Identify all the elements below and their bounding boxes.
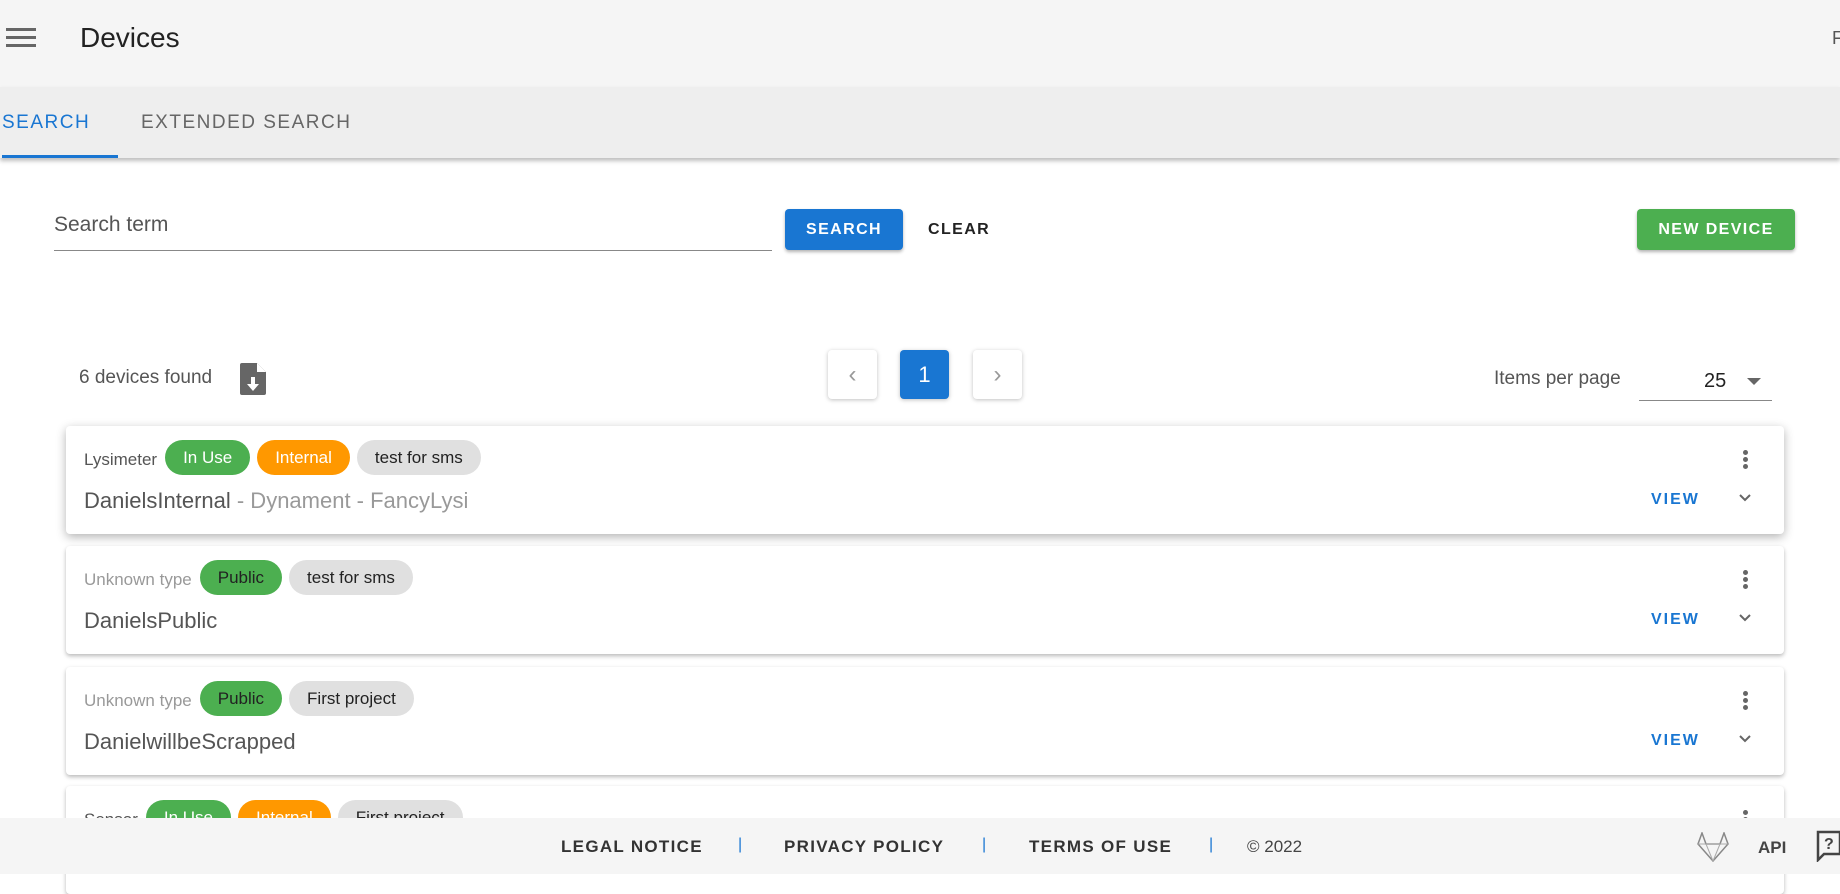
page-1-button[interactable]: 1 bbox=[900, 350, 949, 399]
page-title: Devices bbox=[80, 22, 180, 53]
copyright: © 2022 bbox=[1247, 837, 1303, 856]
device-type: Lysimeter bbox=[84, 449, 158, 469]
chevron-down-icon[interactable] bbox=[1737, 731, 1753, 747]
device-chip: Public bbox=[199, 681, 283, 716]
view-button[interactable]: VIEW bbox=[1651, 491, 1700, 509]
device-chip: Public bbox=[199, 560, 283, 595]
dropdown-arrow-icon bbox=[1747, 378, 1761, 385]
footer-separator: | bbox=[1209, 836, 1214, 853]
more-options-icon[interactable] bbox=[1738, 570, 1752, 592]
api-link[interactable]: API bbox=[1758, 838, 1786, 858]
footer-separator: | bbox=[982, 836, 987, 853]
items-per-page-label: Items per page bbox=[1494, 368, 1621, 389]
tab-bar: SEARCH EXTENDED SEARCH bbox=[0, 87, 1840, 158]
more-options-icon[interactable] bbox=[1738, 450, 1752, 472]
clear-button[interactable]: CLEAR bbox=[928, 209, 990, 250]
footer: LEGAL NOTICE | PRIVACY POLICY | TERMS OF… bbox=[0, 818, 1840, 874]
device-type: Unknown type bbox=[84, 569, 192, 589]
device-meta: Unknown type Public First project bbox=[84, 681, 414, 716]
file-download-icon[interactable] bbox=[240, 363, 266, 395]
device-type: Unknown type bbox=[84, 690, 192, 710]
items-per-page-select[interactable]: 25 bbox=[1639, 362, 1772, 401]
footer-separator: | bbox=[738, 836, 743, 853]
help-icon[interactable]: ? bbox=[1816, 830, 1840, 862]
device-chip: First project bbox=[289, 681, 414, 716]
results-count: 6 devices found bbox=[79, 367, 213, 388]
tab-extended-search[interactable]: EXTENDED SEARCH bbox=[141, 87, 351, 158]
device-name: DanielsPublic bbox=[84, 608, 217, 634]
device-name: DanielwillbeScrapped bbox=[84, 729, 296, 755]
device-meta: Unknown type Public test for sms bbox=[84, 560, 413, 595]
view-button[interactable]: VIEW bbox=[1651, 611, 1700, 629]
terms-of-use-link[interactable]: TERMS OF USE bbox=[1029, 837, 1172, 857]
app-header: Devices F bbox=[0, 0, 1840, 87]
device-card[interactable]: Unknown type Public First project Danielwi… bbox=[66, 667, 1784, 775]
items-per-page-value: 25 bbox=[1704, 370, 1727, 392]
search-input[interactable]: Search term bbox=[54, 207, 772, 251]
device-short-name: DanielsPublic bbox=[84, 608, 218, 633]
device-card[interactable]: Lysimeter In Use Internal test for sms Dani… bbox=[66, 426, 1784, 534]
next-page-button[interactable]: › bbox=[973, 350, 1022, 399]
svg-text:?: ? bbox=[1824, 836, 1834, 853]
legal-notice-link[interactable]: LEGAL NOTICE bbox=[561, 837, 703, 857]
device-chip: test for sms bbox=[289, 560, 413, 595]
device-name: DanielsInternal - Dynament - FancyLysi bbox=[84, 488, 468, 514]
device-short-name: DanielwillbeScrapped bbox=[84, 729, 296, 754]
tab-search[interactable]: SEARCH bbox=[2, 87, 118, 158]
device-chip: Internal bbox=[257, 440, 350, 475]
device-manufacturer-model: - Dynament - FancyLysi bbox=[230, 488, 469, 513]
privacy-policy-link[interactable]: PRIVACY POLICY bbox=[784, 837, 944, 857]
device-card[interactable]: Unknown type Public test for sms DanielsPu… bbox=[66, 546, 1784, 654]
more-options-icon[interactable] bbox=[1738, 691, 1752, 713]
header-user-text[interactable]: F bbox=[1832, 28, 1840, 49]
device-chip: test for sms bbox=[356, 440, 481, 475]
chevron-down-icon[interactable] bbox=[1737, 490, 1753, 506]
device-chip: In Use bbox=[165, 440, 251, 475]
gitlab-icon[interactable] bbox=[1697, 832, 1729, 862]
prev-page-button[interactable]: ‹ bbox=[828, 350, 877, 399]
hamburger-icon[interactable] bbox=[6, 28, 36, 50]
new-device-button[interactable]: NEW DEVICE bbox=[1637, 209, 1795, 250]
search-button[interactable]: SEARCH bbox=[785, 209, 903, 250]
chevron-down-icon[interactable] bbox=[1737, 610, 1753, 626]
device-short-name: DanielsInternal bbox=[84, 488, 231, 513]
view-button[interactable]: VIEW bbox=[1651, 732, 1700, 750]
device-meta: Lysimeter In Use Internal test for sms bbox=[84, 440, 481, 475]
